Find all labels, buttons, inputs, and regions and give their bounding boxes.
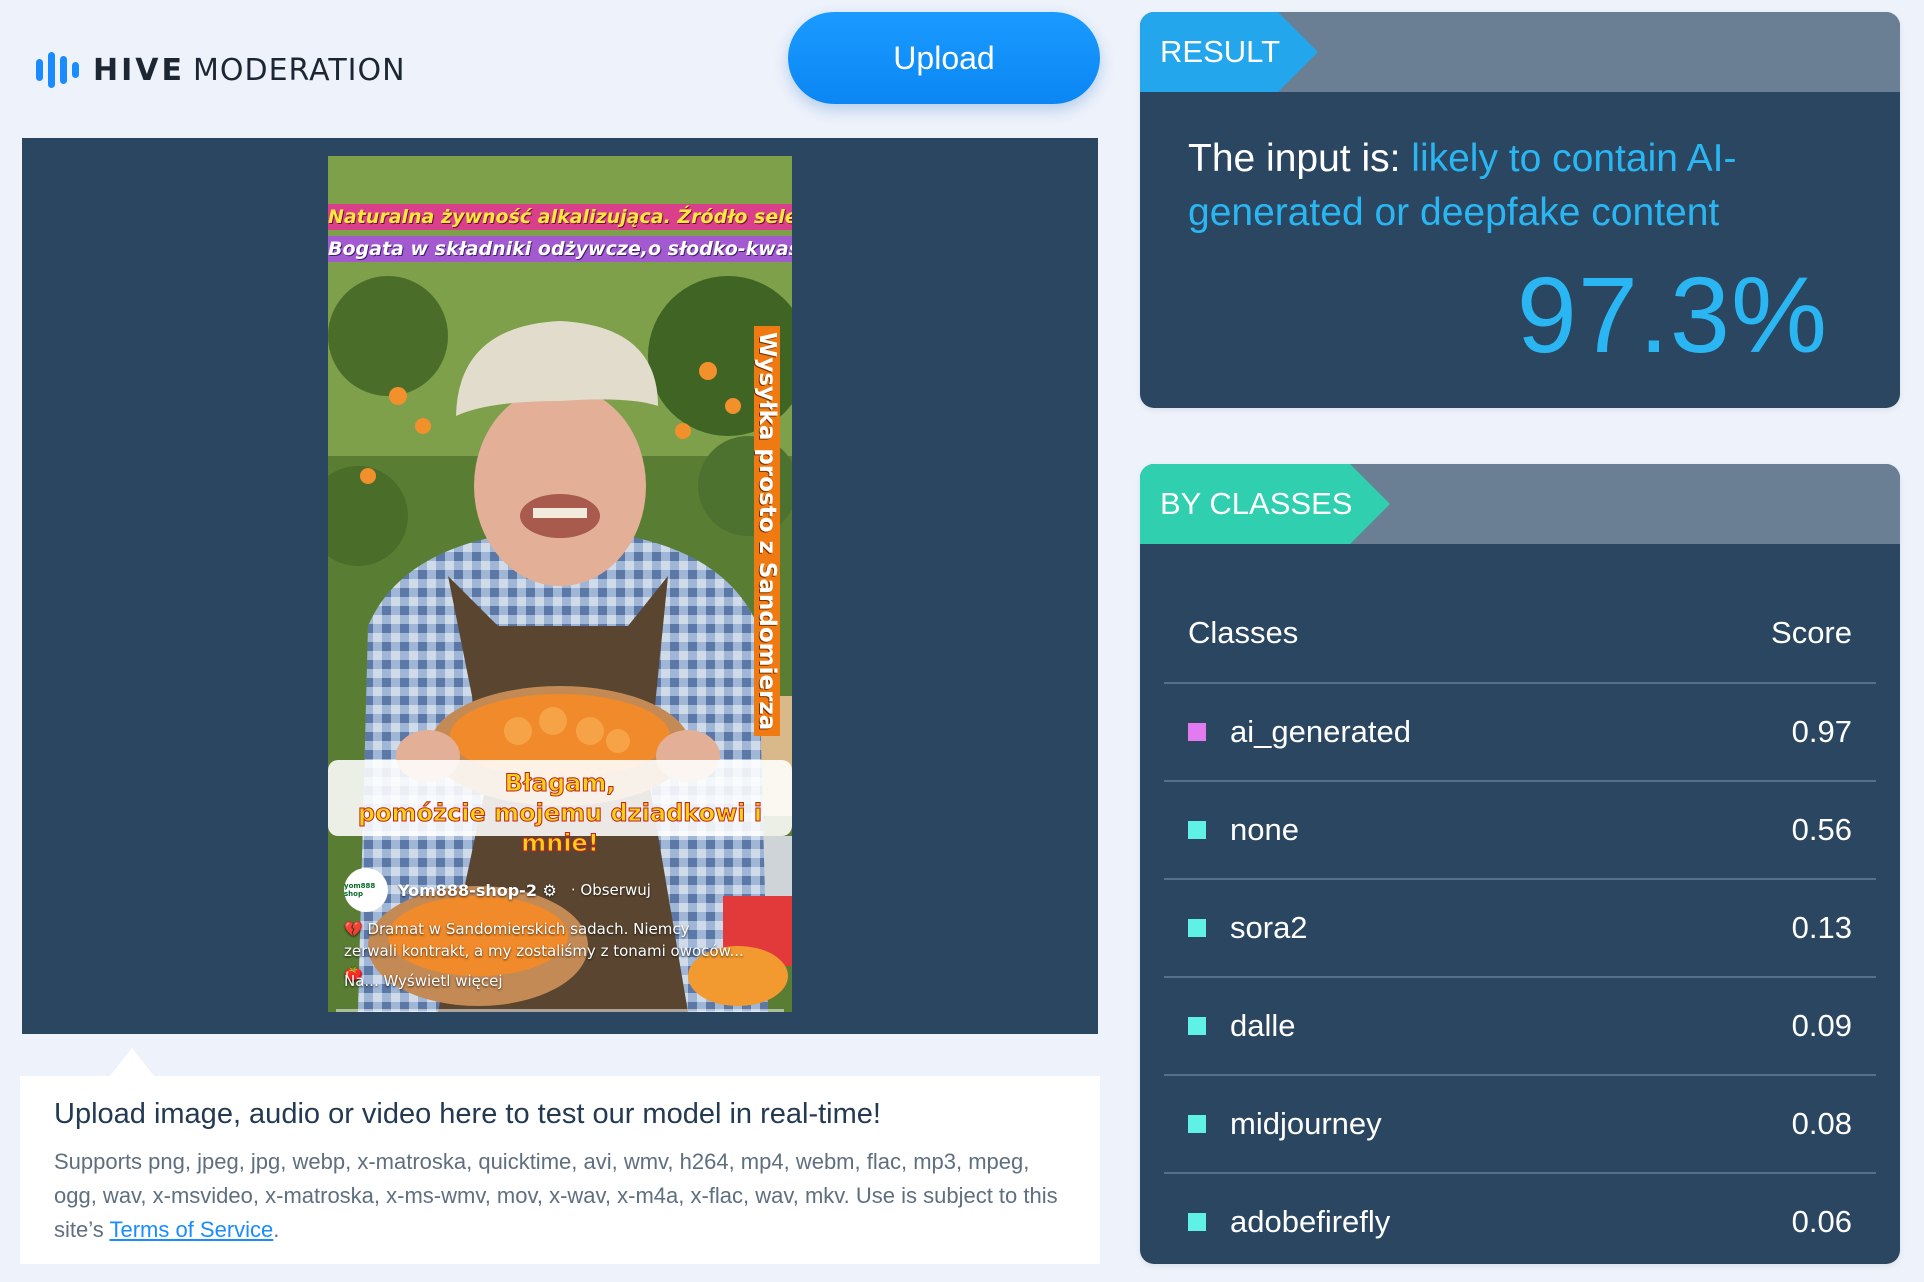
class-color-swatch (1188, 919, 1206, 937)
class-score: 0.09 (1791, 1008, 1852, 1043)
class-cell: midjourney (1188, 1106, 1382, 1142)
class-score: 0.56 (1791, 812, 1852, 847)
class-score: 0.06 (1791, 1204, 1852, 1239)
table-row: ai_generated 0.97 (1164, 684, 1876, 782)
info-title: Upload image, audio or video here to tes… (54, 1098, 881, 1130)
terms-suffix: . (273, 1217, 280, 1242)
class-color-swatch (1188, 1017, 1206, 1035)
hive-logo-icon (36, 52, 79, 88)
classes-card-header: BY CLASSES (1140, 464, 1900, 544)
class-name: sora2 (1230, 910, 1308, 945)
table-row: dalle 0.09 (1164, 978, 1876, 1076)
result-statement: The input is: likely to contain AI-gener… (1188, 132, 1852, 240)
class-color-swatch (1188, 723, 1206, 741)
avatar: yom888 shop (344, 868, 388, 912)
result-prefix: The input is: (1188, 137, 1412, 180)
class-cell: none (1188, 812, 1299, 848)
class-score: 0.97 (1791, 714, 1852, 749)
logo-text-moderation: MODERATION (192, 52, 406, 88)
logo-text-hive: HIVE (93, 52, 185, 88)
class-cell: sora2 (1188, 910, 1308, 946)
result-card-header: RESULT (1140, 12, 1900, 92)
video-banner-line-2: Bogata w składniki odżywcze,o słodko-kwa… (328, 236, 792, 262)
video-see-more: Na... Wyświetl więcej (344, 972, 503, 990)
supported-formats-text: Supports png, jpeg, jpg, webp, x-matrosk… (54, 1145, 1066, 1247)
uploaded-video-frame[interactable]: Naturalna żywność alkalizująca. Źródło s… (328, 156, 792, 1012)
video-vertical-text: Wysyłka prosto z Sandomierza (754, 326, 780, 737)
column-header-classes: Classes (1188, 615, 1299, 650)
media-preview-panel: Naturalna żywność alkalizująca. Źródło s… (22, 138, 1098, 1034)
video-caption: Błagam, pomóżcie mojemu dziadkowi i mnie… (328, 760, 792, 858)
class-cell: dalle (1188, 1008, 1296, 1044)
class-name: adobefirefly (1230, 1204, 1391, 1239)
video-progress-bar (336, 1009, 784, 1012)
class-name: dalle (1230, 1008, 1296, 1043)
video-username: Yom888-shop-2 ⚙ (398, 880, 557, 900)
class-color-swatch (1188, 1115, 1206, 1133)
info-card-pointer (110, 1048, 154, 1076)
class-name: ai_generated (1230, 714, 1411, 749)
class-color-swatch (1188, 821, 1206, 839)
video-caption-line-2: pomóżcie mojemu dziadkowi i mnie! (357, 799, 763, 858)
class-name: none (1230, 812, 1299, 847)
class-score: 0.08 (1791, 1106, 1852, 1141)
class-cell: ai_generated (1188, 714, 1411, 750)
class-name: midjourney (1230, 1106, 1382, 1141)
column-header-score: Score (1771, 615, 1852, 650)
upload-button[interactable]: Upload (788, 12, 1100, 104)
classes-table-body: ai_generated 0.97 none 0.56 sora2 0.13 dalle 0.… (1164, 684, 1876, 1264)
video-account-row: yom888 shop Yom888-shop-2 ⚙ · Obserwuj (344, 868, 651, 912)
by-classes-card: BY CLASSES Classes Score ai_generated 0.9… (1140, 464, 1900, 1264)
table-row: none 0.56 (1164, 782, 1876, 880)
result-card: RESULT The input is: likely to contain A… (1140, 12, 1900, 408)
class-color-swatch (1188, 1213, 1206, 1231)
classes-table: Classes Score ai_generated 0.97 none 0.56 so… (1164, 544, 1876, 1264)
result-tab: RESULT (1140, 12, 1318, 92)
upload-info-card: Upload image, audio or video here to tes… (20, 1076, 1100, 1264)
table-row: midjourney 0.08 (1164, 1076, 1876, 1174)
video-caption-line-1: Błagam, (504, 769, 616, 798)
class-cell: adobefirefly (1188, 1204, 1390, 1240)
video-banner-line-1: Naturalna żywność alkalizująca. Źródło s… (328, 204, 792, 230)
table-row: adobefirefly 0.06 (1164, 1174, 1876, 1264)
classes-table-header: Classes Score (1164, 544, 1876, 684)
video-follow-link: · Obserwuj (570, 881, 651, 899)
hive-moderation-logo[interactable]: HIVE MODERATION (36, 50, 406, 90)
class-score: 0.13 (1791, 910, 1852, 945)
by-classes-tab: BY CLASSES (1140, 464, 1390, 544)
terms-of-service-link[interactable]: Terms of Service (109, 1217, 273, 1242)
result-percentage: 97.3% (1516, 254, 1828, 375)
table-row: sora2 0.13 (1164, 880, 1876, 978)
